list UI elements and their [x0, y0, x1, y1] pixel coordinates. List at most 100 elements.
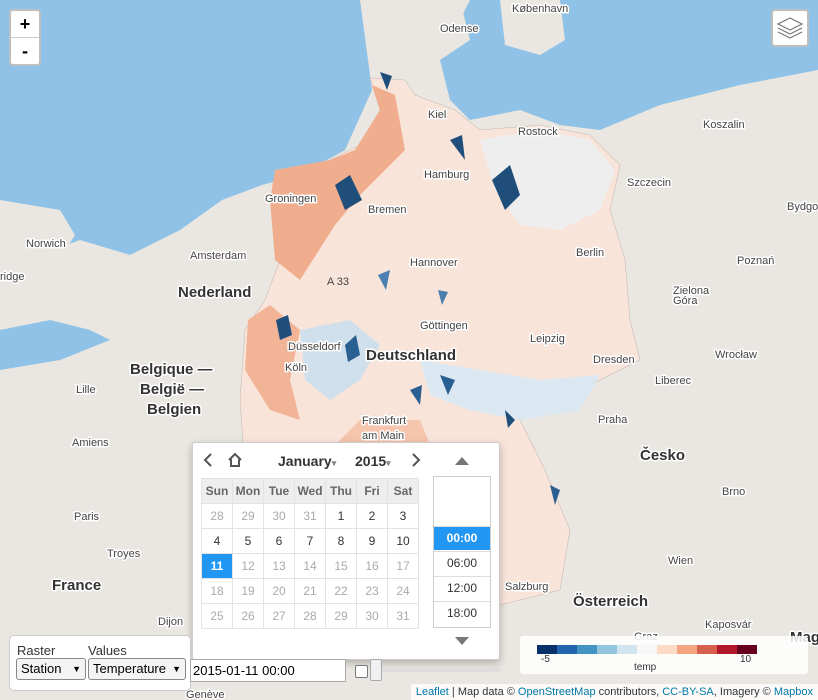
home-icon [228, 452, 242, 467]
label-wien: Wien [668, 555, 693, 567]
day-cell[interactable]: 1 [325, 503, 357, 529]
next-month-button[interactable] [411, 452, 421, 471]
caret-down-icon: ▾ [386, 458, 391, 468]
legend-swatch [677, 645, 697, 654]
osm-link[interactable]: OpenStreetMap [518, 686, 596, 698]
day-cell[interactable]: 28 [201, 503, 233, 529]
caret-down-icon: ▾ [331, 458, 337, 468]
day-cell[interactable]: 5 [232, 528, 264, 554]
values-select[interactable]: Temperature ▼ [88, 658, 186, 680]
raster-select[interactable]: Station ▼ [16, 658, 86, 680]
day-cell[interactable]: 23 [356, 578, 388, 604]
label-geneve: Genève [186, 689, 225, 700]
legend-swatch [617, 645, 637, 654]
day-cell[interactable]: 31 [294, 503, 326, 529]
day-cell[interactable]: 4 [201, 528, 233, 554]
mapbox-link[interactable]: Mapbox [774, 686, 813, 698]
day-cell[interactable]: 9 [356, 528, 388, 554]
legend-title: temp [634, 662, 657, 673]
label-bydgoszcz: Bydgos [787, 201, 818, 213]
label-frankfurt-2: am Main [362, 430, 404, 442]
day-cell[interactable]: 28 [294, 603, 326, 629]
time-option[interactable]: 18:00 [434, 601, 490, 625]
label-koln: Köln [285, 362, 307, 374]
month-select[interactable]: January▾ [278, 453, 336, 469]
values-select-value: Temperature [93, 661, 166, 676]
prev-month-button[interactable] [203, 452, 213, 471]
animate-checkbox[interactable] [355, 665, 368, 678]
label-kaposvar: Kaposvár [705, 619, 752, 631]
chevron-right-icon [412, 453, 421, 467]
time-slider-track[interactable] [373, 668, 501, 672]
weekday-header: Mon [232, 478, 264, 504]
license-link[interactable]: CC-BY-SA [662, 686, 714, 698]
legend-swatch [637, 645, 657, 654]
attribution-text: | Map data © [448, 686, 518, 698]
day-cell[interactable]: 20 [263, 578, 295, 604]
day-cell[interactable]: 15 [325, 553, 357, 579]
weekday-header: Tue [263, 478, 295, 504]
label-belgique-2: België — [140, 381, 204, 398]
day-cell[interactable]: 27 [263, 603, 295, 629]
day-cell[interactable]: 31 [387, 603, 419, 629]
weekday-header: Fri [356, 478, 388, 504]
day-cell[interactable]: 21 [294, 578, 326, 604]
label-salzburg: Salzburg [505, 581, 548, 593]
caret-down-icon: ▼ [172, 664, 181, 674]
label-gora: Góra [673, 295, 698, 307]
time-slider-handle[interactable] [370, 659, 382, 681]
time-up-icon[interactable] [454, 456, 470, 466]
datetime-input[interactable]: 2015-01-11 00:00 [190, 659, 346, 682]
day-cell[interactable]: 30 [356, 603, 388, 629]
label-copenhagen: København [512, 3, 568, 15]
year-label: 2015 [355, 453, 387, 469]
day-cell[interactable]: 3 [387, 503, 419, 529]
day-cell[interactable]: 18 [201, 578, 233, 604]
leaflet-link[interactable]: Leaflet [416, 686, 449, 698]
week-row: 11 12 13 14 15 16 17 [201, 553, 419, 579]
zoom-in-button[interactable]: + [11, 11, 39, 37]
label-gottingen: Göttingen [420, 320, 468, 332]
label-cesko: Česko [640, 446, 685, 464]
day-cell[interactable]: 16 [356, 553, 388, 579]
layer-controls: Raster Values Station ▼ Temperature ▼ [9, 635, 191, 691]
today-button[interactable] [227, 452, 243, 471]
time-option[interactable]: 06:00 [434, 551, 490, 575]
day-cell[interactable]: 25 [201, 603, 233, 629]
day-cell[interactable]: 12 [232, 553, 264, 579]
day-cell[interactable]: 17 [387, 553, 419, 579]
calendar-header: January▾ 2015▾ [201, 451, 423, 471]
label-norwich: Norwich [26, 238, 66, 250]
day-cell[interactable]: 24 [387, 578, 419, 604]
time-option[interactable]: 12:00 [434, 576, 490, 600]
label-wroclaw: Wrocław [715, 349, 757, 361]
day-cell[interactable]: 8 [325, 528, 357, 554]
day-cell[interactable]: 14 [294, 553, 326, 579]
label-dusseldorf: Düsseldorf [288, 341, 342, 353]
label-deutschland: Deutschland [366, 347, 456, 364]
label-liberec: Liberec [655, 375, 692, 387]
day-cell[interactable]: 19 [232, 578, 264, 604]
year-select[interactable]: 2015▾ [355, 453, 391, 469]
time-down-icon[interactable] [454, 636, 470, 646]
label-hamburg: Hamburg [424, 169, 469, 181]
day-cell[interactable]: 29 [325, 603, 357, 629]
time-option-selected[interactable]: 00:00 [434, 526, 490, 550]
zoom-out-button[interactable]: - [11, 37, 39, 64]
day-cell[interactable]: 22 [325, 578, 357, 604]
raster-select-value: Station [21, 661, 62, 676]
day-cell[interactable]: 13 [263, 553, 295, 579]
day-cell[interactable]: 30 [263, 503, 295, 529]
week-row: 25 26 27 28 29 30 31 [201, 603, 419, 629]
day-cell[interactable]: 29 [232, 503, 264, 529]
label-nederland: Nederland [178, 284, 251, 301]
day-cell[interactable]: 2 [356, 503, 388, 529]
map-attribution: Leaflet | Map data © OpenStreetMap contr… [410, 684, 818, 700]
day-cell[interactable]: 26 [232, 603, 264, 629]
day-cell[interactable]: 7 [294, 528, 326, 554]
day-cell[interactable]: 6 [263, 528, 295, 554]
layers-button[interactable] [771, 9, 809, 47]
day-cell-selected[interactable]: 11 [201, 553, 233, 579]
label-poznan: Poznań [737, 255, 774, 267]
day-cell[interactable]: 10 [387, 528, 419, 554]
